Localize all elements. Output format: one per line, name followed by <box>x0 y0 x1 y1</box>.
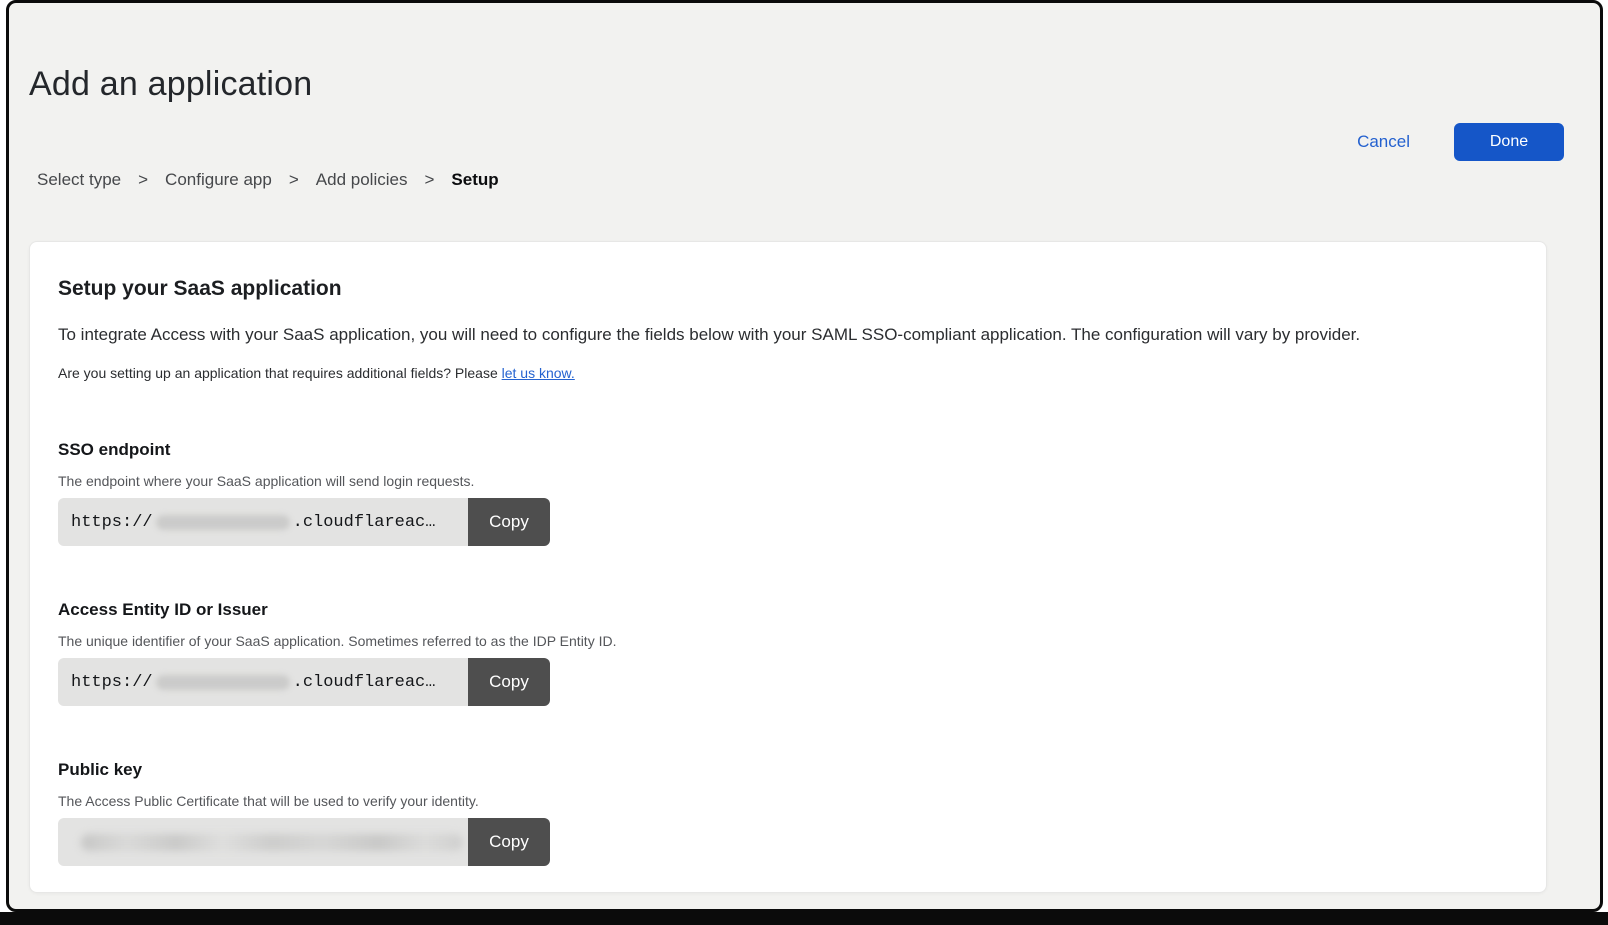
breadcrumb-separator: > <box>289 169 299 191</box>
page-title: Add an application <box>29 63 1590 105</box>
breadcrumb-step-setup[interactable]: Setup <box>451 169 498 191</box>
public-key-copy-button[interactable]: Copy <box>468 818 550 866</box>
add-application-page: Add an application Cancel Done Select ty… <box>9 63 1600 912</box>
sso-endpoint-description: The endpoint where your SaaS application… <box>58 472 1518 490</box>
access-entity-id-description: The unique identifier of your SaaS appli… <box>58 632 1518 650</box>
sso-endpoint-copy-row: https:// .cloudflareac… Copy <box>58 498 550 546</box>
public-key-copy-row: Copy <box>58 818 550 866</box>
cancel-button[interactable]: Cancel <box>1357 132 1410 152</box>
access-entity-id-value: https:// .cloudflareac… <box>58 658 468 706</box>
sso-endpoint-value: https:// .cloudflareac… <box>58 498 468 546</box>
breadcrumb-step-configure-app[interactable]: Configure app <box>165 169 272 191</box>
breadcrumb-separator: > <box>138 169 148 191</box>
access-entity-id-copy-row: https:// .cloudflareac… Copy <box>58 658 550 706</box>
redacted-value-blur <box>156 515 290 530</box>
breadcrumb-separator: > <box>424 169 434 191</box>
breadcrumb-step-select-type[interactable]: Select type <box>37 169 121 191</box>
sso-endpoint-section: SSO endpoint The endpoint where your Saa… <box>58 440 1518 546</box>
redacted-value-blur <box>156 675 290 690</box>
url-suffix: .cloudflareac… <box>293 673 436 692</box>
access-entity-id-label: Access Entity ID or Issuer <box>58 600 1518 620</box>
public-key-value <box>58 818 468 866</box>
breadcrumb-step-add-policies[interactable]: Add policies <box>316 169 408 191</box>
url-suffix: .cloudflareac… <box>293 513 436 532</box>
card-note-text: Are you setting up an application that r… <box>58 365 502 381</box>
card-intro: To integrate Access with your SaaS appli… <box>58 324 1518 346</box>
url-prefix: https:// <box>71 673 153 692</box>
screenshot-canvas: Add an application Cancel Done Select ty… <box>0 0 1608 925</box>
card-heading: Setup your SaaS application <box>58 276 1518 302</box>
sso-endpoint-copy-button[interactable]: Copy <box>468 498 550 546</box>
url-prefix: https:// <box>71 513 153 532</box>
access-entity-id-copy-button[interactable]: Copy <box>468 658 550 706</box>
sso-endpoint-label: SSO endpoint <box>58 440 1518 460</box>
window-bottom-edge <box>0 912 1608 925</box>
done-button[interactable]: Done <box>1454 123 1564 161</box>
redacted-value-blur <box>81 834 463 851</box>
header-actions: Cancel Done <box>1357 123 1564 161</box>
public-key-description: The Access Public Certificate that will … <box>58 792 1518 810</box>
setup-saas-card: Setup your SaaS application To integrate… <box>29 241 1547 893</box>
breadcrumb: Select type > Configure app > Add polici… <box>37 169 1590 191</box>
access-entity-id-section: Access Entity ID or Issuer The unique id… <box>58 600 1518 706</box>
public-key-label: Public key <box>58 760 1518 780</box>
public-key-section: Public key The Access Public Certificate… <box>58 760 1518 866</box>
window-frame: Add an application Cancel Done Select ty… <box>6 0 1603 912</box>
let-us-know-link[interactable]: let us know. <box>502 365 575 381</box>
card-note: Are you setting up an application that r… <box>58 364 1518 382</box>
